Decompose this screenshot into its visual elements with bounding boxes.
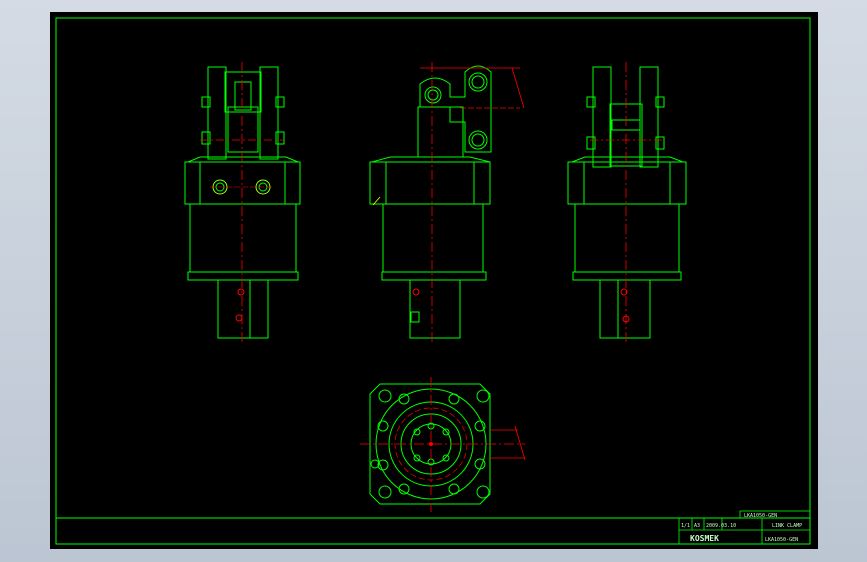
drawing-sheet: LKA1050-GEN 1/1 A3 2009.03.10 LINK CLAMP… [50, 12, 818, 549]
drawing-border [55, 17, 811, 545]
front-view-accents [200, 62, 284, 342]
side-view [369, 65, 492, 339]
top-code-label: LKA1050-GEN [744, 513, 777, 519]
drawing-title: LINK CLAMP [772, 523, 802, 529]
rear-view [567, 66, 687, 339]
bottom-view-accents [360, 377, 526, 512]
rear-view-accents [590, 62, 662, 344]
drawing-number: LKA1050-GEN [765, 537, 798, 543]
cad-drawing: LKA1050-GEN 1/1 A3 2009.03.10 LINK CLAMP… [55, 17, 811, 545]
front-view [184, 66, 301, 339]
side-view-accents [372, 62, 525, 344]
sheet-number: 1/1 [681, 523, 690, 529]
drawing-date: 2009.03.10 [706, 523, 736, 529]
paper-size: A3 [694, 523, 700, 529]
company-logo: KOSMEK [690, 534, 719, 543]
